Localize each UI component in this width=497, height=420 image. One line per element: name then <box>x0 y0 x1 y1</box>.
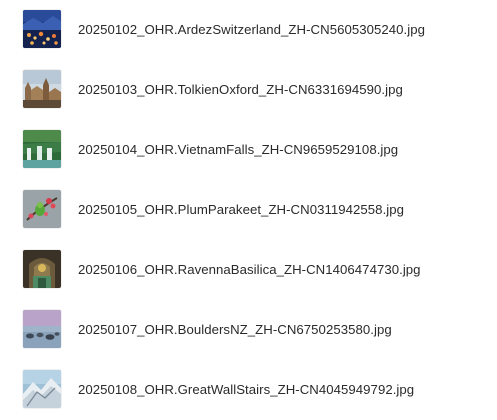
tolkien-oxford-thumbnail <box>23 70 61 108</box>
file-name: 20250102_OHR.ArdezSwitzerland_ZH-CN56053… <box>78 22 425 37</box>
great-wall-stairs-thumbnail <box>23 370 61 408</box>
file-item[interactable]: 20250106_OHR.RavennaBasilica_ZH-CN140647… <box>0 240 497 300</box>
ravenna-basilica-thumbnail <box>23 250 61 288</box>
file-item[interactable]: 20250103_OHR.TolkienOxford_ZH-CN63316945… <box>0 60 497 120</box>
file-item[interactable]: 20250107_OHR.BouldersNZ_ZH-CN6750253580.… <box>0 300 497 360</box>
file-name: 20250104_OHR.VietnamFalls_ZH-CN965952910… <box>78 142 399 157</box>
file-name: 20250105_OHR.PlumParakeet_ZH-CN031194255… <box>78 202 405 217</box>
file-name: 20250108_OHR.GreatWallStairs_ZH-CN404594… <box>78 382 415 397</box>
file-name: 20250106_OHR.RavennaBasilica_ZH-CN140647… <box>78 262 421 277</box>
file-item[interactable]: 20250102_OHR.ArdezSwitzerland_ZH-CN56053… <box>0 0 497 60</box>
file-name: 20250107_OHR.BouldersNZ_ZH-CN6750253580.… <box>78 322 392 337</box>
plum-parakeet-thumbnail <box>23 190 61 228</box>
file-item[interactable]: 20250108_OHR.GreatWallStairs_ZH-CN404594… <box>0 360 497 420</box>
boulders-nz-thumbnail <box>23 310 61 348</box>
vietnam-falls-thumbnail <box>23 130 61 168</box>
file-item[interactable]: 20250105_OHR.PlumParakeet_ZH-CN031194255… <box>0 180 497 240</box>
file-list: 20250102_OHR.ArdezSwitzerland_ZH-CN56053… <box>0 0 497 408</box>
ardez-switzerland-thumbnail <box>23 10 61 48</box>
file-name: 20250103_OHR.TolkienOxford_ZH-CN63316945… <box>78 82 403 97</box>
file-item[interactable]: 20250104_OHR.VietnamFalls_ZH-CN965952910… <box>0 120 497 180</box>
